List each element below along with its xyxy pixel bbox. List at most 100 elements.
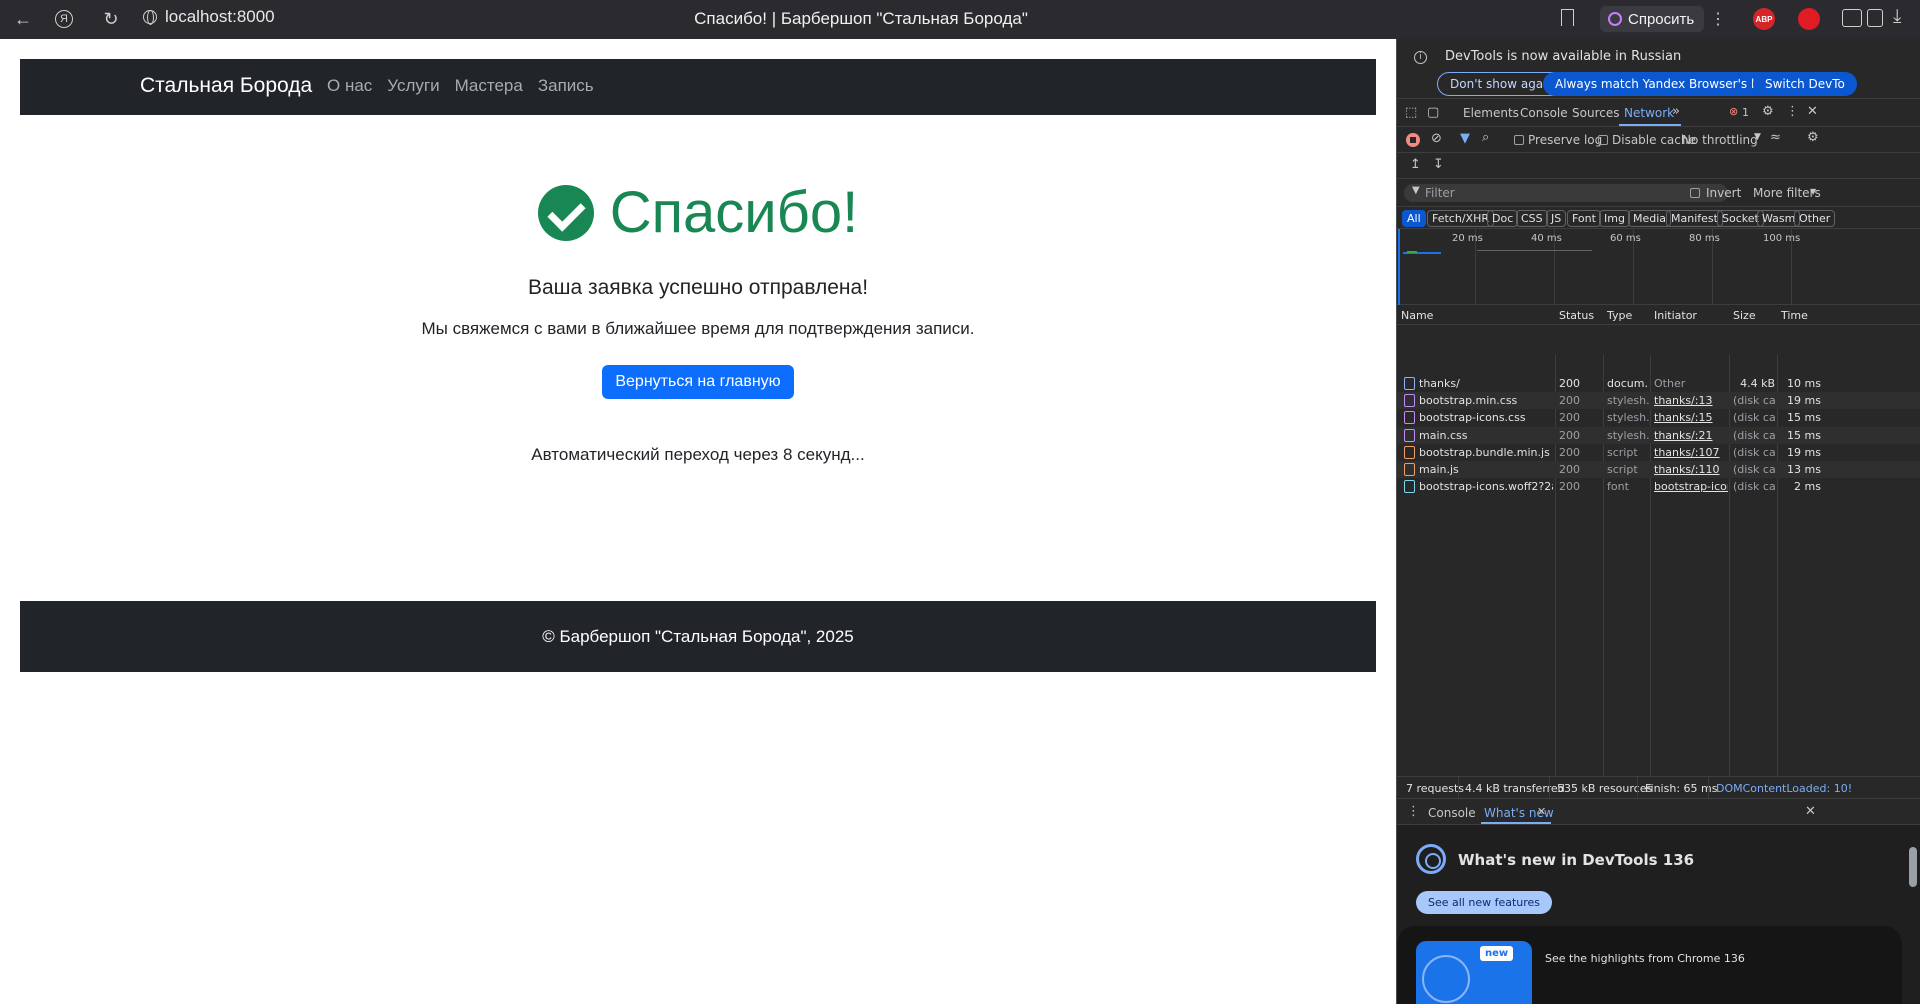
tab-elements[interactable]: Elements [1463,106,1519,120]
search-icon[interactable]: ⌕ [1482,130,1489,145]
devtools-tabbar: ⬚ ▢ Elements Console Sources Network » ⊗… [1397,99,1920,127]
cell-name: bootstrap.bundle.min.js [1419,445,1550,459]
column-time[interactable]: Time [1781,309,1808,322]
drawer-tab-console[interactable]: Console [1428,806,1476,820]
tab-sources[interactable]: Sources [1572,106,1619,120]
device-toolbar-icon[interactable]: ▢ [1427,105,1439,120]
table-row[interactable]: thanks/200 docum... Other 4.4 kB 10 ms [1397,375,1920,392]
nav-link-masters[interactable]: Мастера [455,76,523,96]
cell-initiator: Other [1654,377,1686,390]
close-drawer-icon[interactable]: ✕ [1805,804,1816,819]
drawer-tabbar: ⋮ Console What's new ✕ ✕ [1397,798,1920,825]
type-filter-css[interactable]: CSS [1516,210,1548,227]
network-timeline-overview[interactable]: 20 ms 40 ms 60 ms 80 ms 100 ms [1397,229,1920,305]
switch-devtools-button[interactable]: Switch DevTo [1753,72,1857,96]
error-count[interactable]: 1 [1742,106,1749,119]
summary-separator [1458,777,1459,799]
invert-checkbox[interactable] [1690,188,1700,198]
inspect-element-icon[interactable]: ⬚ [1405,105,1417,120]
bookmark-icon[interactable] [1561,9,1574,26]
import-har-icon[interactable]: ↥ [1410,157,1421,172]
check-circle-icon [537,184,594,241]
tab-console[interactable]: Console [1520,106,1568,120]
export-har-icon[interactable]: ↧ [1433,157,1444,172]
followup-message: Мы свяжемся с вами в ближайшее время для… [421,319,975,338]
ask-button[interactable]: Спросить [1600,6,1705,32]
close-devtools-icon[interactable]: ✕ [1807,104,1818,119]
table-row[interactable]: main.css 200 stylesh... thanks/:21 (disk ca.… [1397,426,1920,444]
error-icon[interactable]: ⊗ [1729,105,1738,118]
table-row[interactable]: bootstrap.bundle.min.js 200 script thanks/:… [1397,444,1920,461]
site-brand[interactable]: Стальная Борода [140,74,312,98]
cell-initiator[interactable]: thanks/:107 [1654,446,1728,459]
cell-initiator[interactable]: bootstrap-icons.c [1654,480,1728,493]
cell-size: (disk ca... [1733,445,1775,459]
redirect-countdown: Автоматический переход через 8 секунд... [531,445,865,464]
timeline-selection-handle[interactable] [1398,229,1400,305]
type-filter-font[interactable]: Font [1567,210,1601,227]
column-type[interactable]: Type [1607,309,1632,322]
table-row[interactable]: bootstrap-icons.woff2?2ab2c... 200 font boo… [1397,478,1920,495]
stylesheet-icon [1404,394,1415,408]
cell-type: docum... [1607,377,1649,390]
type-filter-manifest[interactable]: Manifest [1666,210,1723,227]
column-size[interactable]: Size [1733,309,1756,322]
cell-initiator[interactable]: thanks/:21 [1654,429,1728,442]
stylesheet-icon [1404,411,1415,425]
type-filter-img[interactable]: Img [1599,210,1630,227]
back-home-button[interactable]: Вернуться на главную [602,365,794,399]
more-menu-icon[interactable]: ⋮ [1710,9,1726,29]
download-icon[interactable]: ⤓ [1893,6,1901,28]
column-initiator[interactable]: Initiator [1654,309,1697,322]
column-status[interactable]: Status [1559,309,1594,322]
extension-red-icon[interactable] [1798,8,1820,30]
network-settings-gear-icon[interactable]: ⚙ [1807,130,1819,145]
cell-initiator[interactable]: thanks/:110 [1654,463,1728,476]
type-filter-doc[interactable]: Doc [1487,210,1519,227]
script-icon [1404,463,1415,476]
table-row[interactable]: bootstrap.min.css 200 stylesh... thanks/:13… [1397,392,1920,410]
type-filter-media[interactable]: Media [1628,210,1672,227]
network-conditions-icon[interactable]: ≈ [1770,130,1781,145]
cell-name: main.js [1419,463,1459,476]
drawer-active-indicator [1481,822,1551,824]
filter-funnel-icon[interactable]: ▼ [1460,131,1470,146]
see-all-features-button[interactable]: See all new features [1416,891,1553,914]
browser-toolbar: ← Я ↻ localhost:8000 Спасибо! | Барбершо… [0,0,1920,39]
type-filter-fetch-xhr[interactable]: Fetch/XHR [1427,210,1494,227]
network-summary-bar: 7 requests 4.4 kB transferred 535 kB res… [1397,776,1920,799]
highlight-text[interactable]: See the highlights from Chrome 136 [1545,952,1745,965]
column-name[interactable]: Name [1401,309,1433,322]
table-row[interactable]: bootstrap-icons.css 200 stylesh... thanks/:… [1397,409,1920,426]
nav-link-booking[interactable]: Запись [538,76,594,96]
nav-link-about[interactable]: О нас [327,76,372,96]
type-filter-js[interactable]: JS [1546,210,1567,227]
drawer-menu-icon[interactable]: ⋮ [1407,804,1420,819]
cell-initiator[interactable]: thanks/:15 [1654,411,1728,424]
cell-name: main.css [1419,428,1468,442]
settings-gear-icon[interactable]: ⚙ [1762,104,1774,119]
throttling-select[interactable]: No throttling [1682,133,1758,147]
tab-network[interactable]: Network [1624,106,1674,120]
sidebar-icon[interactable] [1867,9,1883,27]
preserve-log-checkbox[interactable] [1514,135,1524,145]
chevron-down-icon[interactable]: ▼ [1754,132,1761,142]
adblock-extension-icon[interactable]: ABP [1753,8,1775,30]
summary-separator [1708,777,1709,799]
summary-separator [1549,777,1550,799]
new-badge: new [1480,946,1514,961]
nav-link-services[interactable]: Услуги [387,76,439,96]
close-tab-icon[interactable]: ✕ [1537,805,1546,818]
table-row[interactable]: main.js 200 script thanks/:110 (disk ca... 13… [1397,461,1920,478]
collections-icon[interactable] [1842,9,1862,27]
drawer-scrollbar[interactable] [1909,847,1917,887]
clear-icon[interactable]: ⊘ [1431,131,1442,146]
type-filter-all[interactable]: All [1402,210,1426,227]
cell-time: 19 ms [1787,445,1821,459]
kebab-menu-icon[interactable]: ⋮ [1786,104,1799,119]
disable-cache-checkbox[interactable] [1598,135,1608,145]
type-filter-other[interactable]: Other [1794,210,1836,227]
record-stop-icon[interactable] [1406,133,1420,147]
more-tabs-icon[interactable]: » [1672,104,1680,119]
cell-initiator[interactable]: thanks/:13 [1654,394,1728,407]
